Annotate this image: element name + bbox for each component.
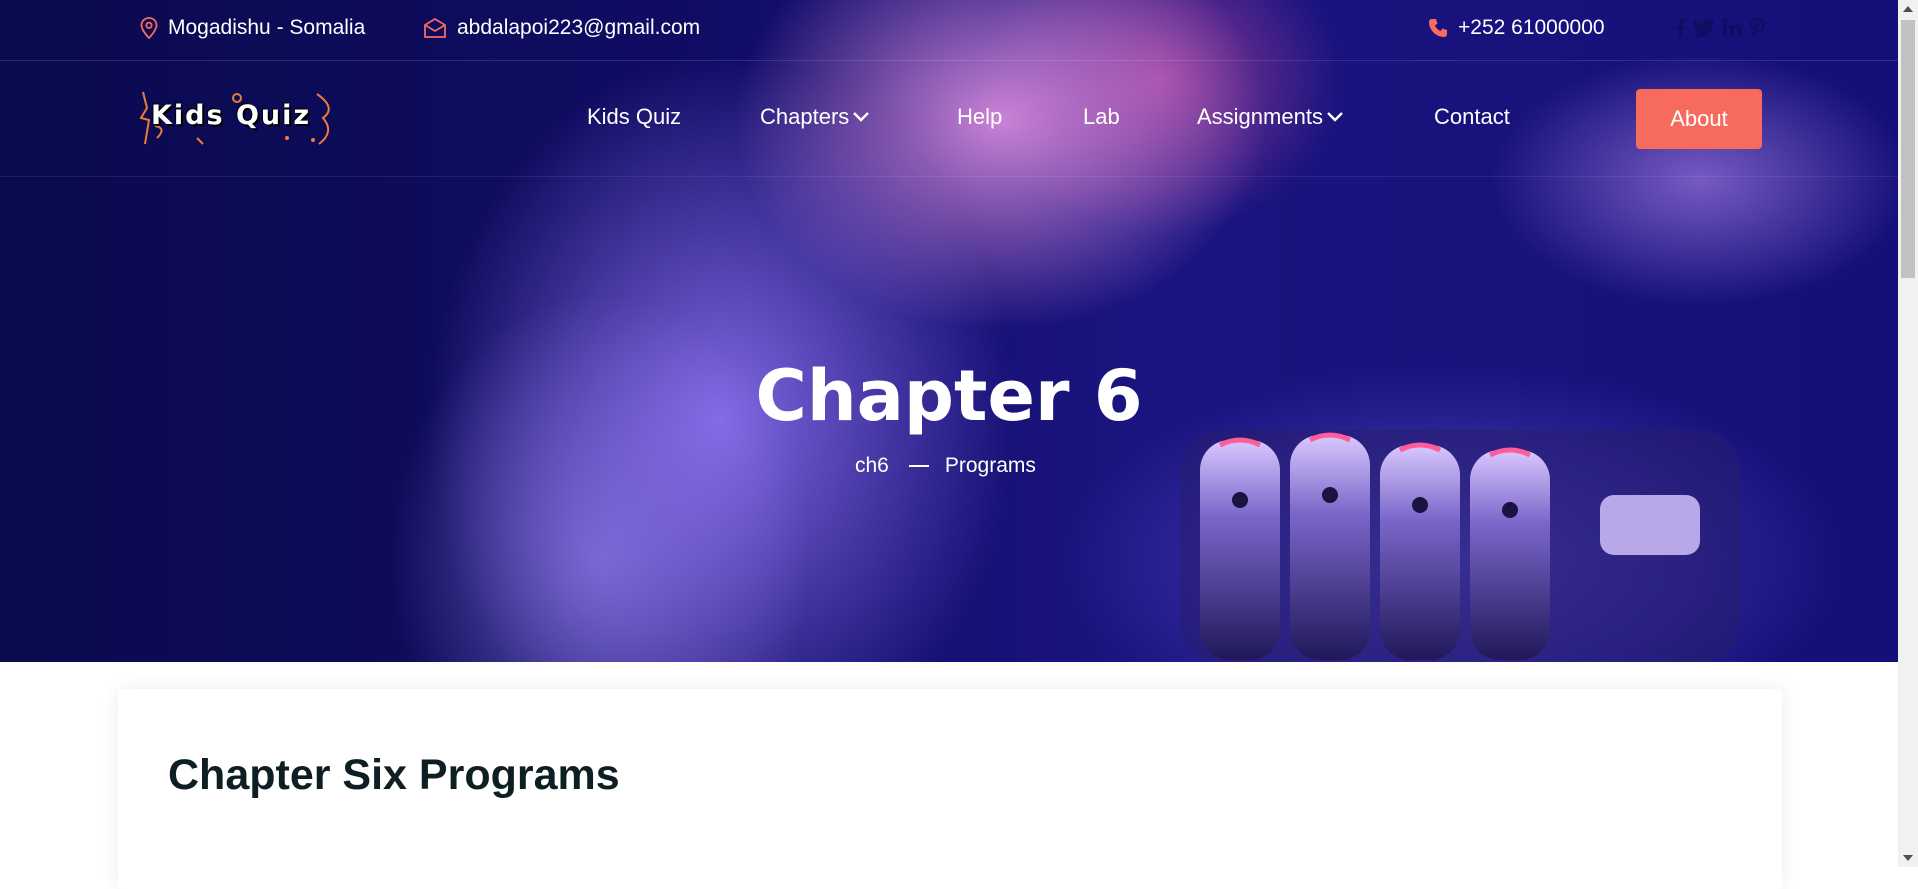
scroll-down-arrow-icon[interactable] — [1898, 849, 1918, 867]
scroll-up-arrow-icon[interactable] — [1898, 0, 1918, 18]
facebook-icon[interactable] — [1676, 18, 1685, 37]
nav-label: Contact — [1434, 104, 1510, 129]
location-text: Mogadishu - Somalia — [168, 16, 366, 39]
twitter-icon[interactable] — [1693, 18, 1715, 37]
phone-icon — [1429, 19, 1447, 37]
nav-lab[interactable]: Lab — [1083, 104, 1120, 130]
scrollbar-thumb[interactable] — [1901, 20, 1915, 278]
chevron-down-icon — [853, 112, 870, 122]
envelope-icon — [424, 18, 446, 38]
phone-info[interactable]: +252 61000000 — [1428, 16, 1605, 40]
nav-assignments[interactable]: Assignments — [1197, 104, 1345, 130]
logo-text: Kids Quiz — [151, 100, 312, 131]
breadcrumb-item-programs: Programs — [944, 454, 1036, 477]
nav-chapters[interactable]: Chapters — [760, 104, 871, 130]
page-scrollbar[interactable] — [1898, 0, 1918, 867]
chevron-down-icon — [1327, 112, 1343, 122]
nav-divider — [0, 176, 1898, 177]
social-links — [1676, 18, 1765, 37]
nav-label: Help — [957, 104, 1003, 129]
nav-help[interactable]: Help — [957, 104, 1002, 130]
nav-kids-quiz[interactable]: Kids Quiz — [587, 104, 681, 130]
breadcrumb-separator — [908, 465, 929, 467]
page-title: Chapter 6 — [755, 355, 1143, 437]
topbar: Mogadishu - Somalia abdalapoi223@gmail.c… — [0, 0, 1898, 60]
site-logo[interactable]: Kids Quiz — [137, 88, 342, 148]
section-title: Chapter Six Programs — [168, 751, 620, 799]
linkedin-icon[interactable] — [1723, 18, 1742, 37]
nav-label: Assignments — [1197, 104, 1323, 129]
phone-text[interactable]: +252 61000000 — [1458, 16, 1605, 40]
map-pin-icon — [140, 17, 158, 39]
location-info: Mogadishu - Somalia — [140, 16, 365, 40]
nav-label: Kids Quiz — [587, 104, 682, 129]
pinterest-icon[interactable] — [1750, 18, 1765, 37]
breadcrumb: ch6 Programs — [855, 454, 1036, 478]
nav-contact[interactable]: Contact — [1434, 104, 1510, 130]
nav-label: Chapters — [760, 104, 850, 129]
email-info[interactable]: abdalapoi223@gmail.com — [423, 16, 700, 40]
content-card: Chapter Six Programs — [118, 689, 1782, 889]
robot-hand-image — [1180, 430, 1740, 662]
email-text[interactable]: abdalapoi223@gmail.com — [457, 16, 700, 40]
breadcrumb-item-ch6[interactable]: ch6 — [855, 454, 889, 478]
about-button[interactable]: About — [1636, 89, 1762, 149]
topbar-divider — [0, 60, 1898, 61]
nav-label: Lab — [1083, 104, 1120, 129]
